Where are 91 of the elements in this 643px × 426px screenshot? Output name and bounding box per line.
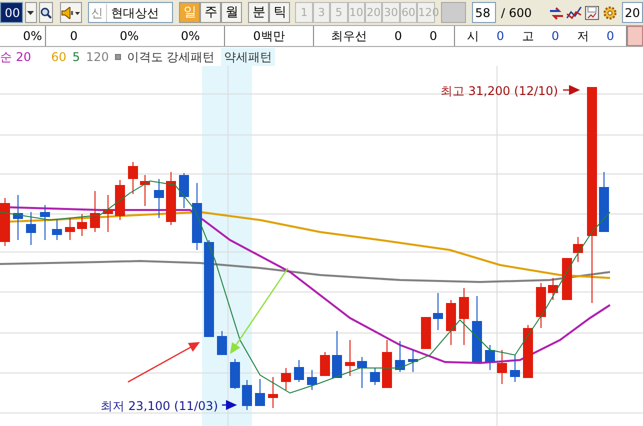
line-chart-icon (566, 4, 582, 20)
quote-value: 0% (22, 28, 42, 45)
candlestick (103, 194, 113, 232)
candlestick (242, 380, 252, 410)
legend-label: 5 (72, 48, 80, 66)
quote-value: 0 (70, 28, 78, 45)
candlestick (523, 324, 533, 378)
legend-label: 120 (86, 48, 109, 66)
quote-label: 최우선 (330, 28, 367, 45)
period-tab[interactable]: 일 (179, 2, 200, 23)
candlestick (281, 368, 291, 390)
stock-name-field[interactable]: 신 현대상선 (88, 2, 174, 23)
period-tab[interactable]: 월 (221, 2, 242, 23)
quote-label: 고 (522, 28, 534, 45)
candlestick (395, 340, 405, 372)
swap-arrows-icon (548, 4, 564, 20)
pattern-label: 약세패턴 (220, 48, 275, 66)
candlestick (307, 370, 317, 390)
interval-tab[interactable]: 분 (248, 2, 270, 23)
candlestick (255, 378, 265, 406)
candlestick (217, 330, 227, 356)
high-price-label: 최고 31,200 (12/10) (440, 84, 558, 98)
quote-label: 저 (576, 28, 589, 45)
quote-value: 0% (180, 28, 200, 45)
candlestick (332, 330, 342, 378)
count-total: / 600 (500, 4, 532, 22)
candlestick (115, 180, 125, 220)
quote-label: 시 (466, 28, 479, 45)
candlestick (536, 282, 546, 328)
speaker-icon (60, 6, 81, 18)
arrow (563, 85, 580, 95)
legend-label: 순 20 (0, 48, 32, 66)
candlestick (26, 212, 36, 246)
candlestick (497, 350, 507, 384)
market-label: 신 (90, 4, 107, 22)
candlestick (433, 292, 443, 330)
quote-value: 0 (430, 28, 438, 45)
quote-value: 0 (606, 28, 614, 45)
stock-name: 현대상선 (110, 4, 159, 22)
candlestick (77, 214, 87, 236)
candlestick (408, 350, 418, 372)
candlestick (140, 174, 150, 206)
arrow (222, 400, 237, 410)
candlestick (485, 344, 495, 370)
settings-icon (602, 4, 618, 20)
candlestick (320, 352, 330, 376)
legend-marker (114, 54, 121, 60)
candlestick (192, 182, 202, 250)
period-tab[interactable]: 주 (200, 2, 222, 23)
candlestick (472, 296, 482, 362)
candlestick (0, 198, 10, 246)
candlestick (382, 340, 392, 388)
stock-code-field[interactable]: 00 (0, 2, 24, 23)
candlestick (13, 194, 23, 240)
caret-icon (27, 10, 34, 14)
quote-value: 0 (496, 28, 504, 45)
candlestick (357, 356, 367, 388)
candlestick (128, 162, 138, 194)
quote-value: 0백만 (253, 28, 285, 45)
interval-tab[interactable]: 틱 (269, 2, 290, 23)
candlestick (166, 172, 176, 226)
low-price-label: 최저 23,100 (11/03) (100, 399, 218, 413)
candlestick (548, 278, 558, 300)
candlestick (345, 340, 355, 376)
candlestick (421, 316, 431, 350)
candlestick (52, 220, 62, 240)
candlestick (230, 358, 240, 390)
candlestick (65, 218, 75, 240)
candlestick (510, 354, 520, 382)
speaker-button[interactable] (60, 2, 82, 23)
dropdown-button[interactable] (25, 2, 37, 23)
quote-value: 0 (551, 28, 560, 45)
candlestick (370, 368, 380, 386)
candlestick (268, 376, 278, 408)
floppy-icon (584, 4, 600, 20)
search-button[interactable] (38, 2, 53, 23)
candlestick (40, 204, 50, 240)
candlestick (154, 178, 164, 218)
pattern-label: 이격도 강세패턴 (126, 48, 215, 66)
search-icon (40, 6, 52, 18)
candlestick (459, 288, 469, 346)
candlestick (179, 172, 189, 208)
count-field[interactable]: 58 (472, 2, 496, 23)
candlestick (90, 190, 100, 232)
candlestick (294, 360, 304, 382)
legend-label: 60 (51, 48, 66, 66)
quote-value: 0 (394, 28, 402, 45)
candlestick (599, 172, 609, 232)
field[interactable]: 20 (622, 2, 643, 23)
candlestick (446, 300, 456, 346)
quote-value: 0% (120, 28, 139, 45)
